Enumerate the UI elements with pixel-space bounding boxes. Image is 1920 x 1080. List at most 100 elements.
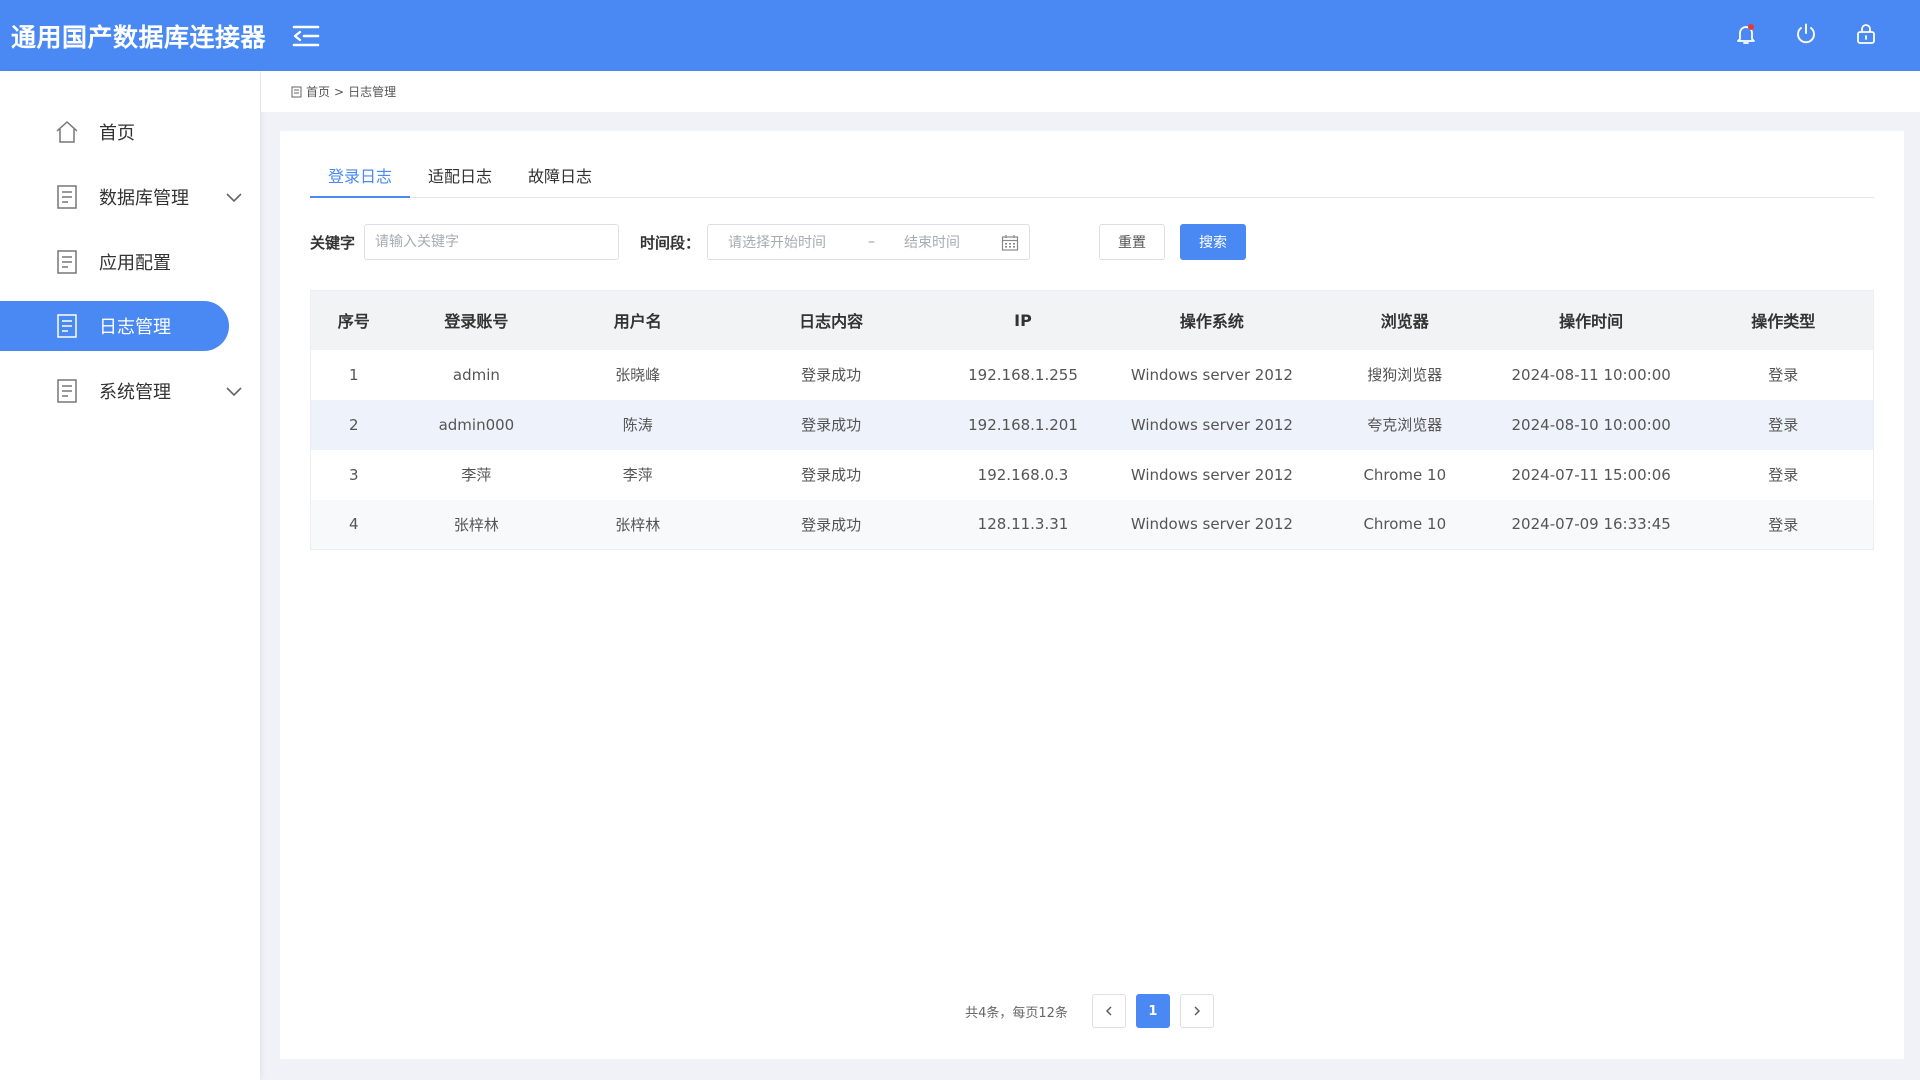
sidebar: 首页 数据库管理 应用配置 日志管理 系统管理 [0, 71, 260, 1080]
breadcrumb-current: 日志管理 [348, 85, 397, 99]
next-page-button[interactable] [1179, 994, 1214, 1028]
table-cell: 2024-07-11 15:00:06 [1511, 465, 1671, 484]
breadcrumb-home[interactable]: 首页 [306, 83, 330, 100]
table-cell: Chrome 10 [1363, 465, 1447, 484]
pagination: 共4条，每页12条 1 [280, 994, 1904, 1028]
sidebar-item-label: 数据库管理 [99, 188, 189, 209]
page-number-button[interactable]: 1 [1135, 994, 1170, 1028]
chevron-left-icon [1105, 1006, 1112, 1016]
table-cell: 登录 [1768, 366, 1799, 384]
chevron-down-icon[interactable] [224, 381, 244, 401]
login-log-table: 序号 登录账号 用户名 日志内容 IP 操作系统 浏览器 操作时间 操作类型 1… [310, 290, 1874, 550]
tab-adapter-log[interactable]: 适配日志 [410, 161, 510, 198]
power-icon[interactable] [1790, 18, 1822, 50]
table-row[interactable]: 4 张梓林 张梓林 登录成功 128.11.3.31 Windows serve… [310, 499, 1874, 550]
table-cell: 李萍 [622, 466, 653, 484]
table-cell: 2024-07-09 16:33:45 [1511, 515, 1671, 534]
home-icon [52, 117, 82, 147]
table-cell: 2024-08-10 10:00:00 [1488, 399, 1694, 450]
filter-bar: 关键字 时间段： 请选择开始时间 – 结束时间 重置 搜索 [310, 224, 1874, 260]
sidebar-item-app-config[interactable]: 应用配置 [0, 237, 229, 287]
table-cell: Windows server 2012 [1130, 515, 1293, 534]
tab-fault-log[interactable]: 故障日志 [510, 161, 610, 198]
table-cell: admin000 [396, 399, 557, 450]
table-cell: Chrome 10 [1363, 515, 1447, 534]
content-card: 登录日志 适配日志 故障日志 关键字 时间段： 请选择开始时间 – 结束时间 重… [280, 131, 1904, 1059]
table-cell: 192.168.0.3 [977, 465, 1069, 484]
table-cell: admin [452, 365, 500, 384]
table-cell: 登录 [1693, 399, 1874, 450]
keyword-label: 关键字 [310, 234, 356, 252]
keyword-input[interactable] [364, 224, 619, 260]
table-cell: 192.168.1.255 [968, 365, 1078, 384]
sidebar-item-database[interactable]: 数据库管理 [0, 172, 242, 222]
table-cell: 搜狗浏览器 [1367, 366, 1443, 384]
table-cell: 3 [348, 465, 359, 484]
chevron-right-icon [1194, 1006, 1200, 1016]
table-cell: 2 [310, 399, 397, 450]
calendar-icon[interactable] [1001, 234, 1019, 252]
sidebar-item-system[interactable]: 系统管理 [0, 366, 242, 416]
column-header: 操作时间 [1488, 290, 1694, 350]
table-cell: 张梓林 [615, 515, 661, 534]
pagination-summary: 共4条，每页12条 [965, 1005, 1068, 1021]
column-header: 用户名 [556, 290, 720, 350]
sidebar-item-log-management[interactable]: 日志管理 [0, 301, 229, 351]
date-range-separator: – [868, 234, 875, 250]
breadcrumb: 首页 > 日志管理 [261, 71, 1920, 112]
table-cell: Windows server 2012 [1130, 465, 1293, 484]
table-header-row: 序号 登录账号 用户名 日志内容 IP 操作系统 浏览器 操作时间 操作类型 [310, 290, 1874, 350]
menu-fold-icon[interactable] [286, 16, 326, 56]
table-row[interactable]: 3 李萍 李萍 登录成功 192.168.0.3 Windows server … [311, 450, 1874, 500]
table-cell: 192.168.1.201 [943, 399, 1103, 450]
search-button[interactable]: 搜索 [1180, 224, 1246, 260]
sidebar-item-label: 日志管理 [99, 317, 171, 338]
document-icon [52, 376, 82, 406]
table-cell: 登录成功 [801, 515, 862, 534]
table-cell: Windows server 2012 [1102, 399, 1321, 450]
table-cell: 李萍 [461, 466, 492, 484]
table-cell: 128.11.3.31 [977, 515, 1069, 534]
table-cell: 登录 [1768, 466, 1799, 484]
document-icon [52, 182, 82, 212]
breadcrumb-separator: > [334, 84, 345, 99]
column-header: 序号 [310, 290, 397, 350]
table-cell: 登录成功 [801, 366, 862, 384]
column-header: 操作类型 [1693, 290, 1874, 350]
sidebar-item-label: 系统管理 [99, 382, 171, 403]
end-time-placeholder[interactable]: 结束时间 [904, 232, 1004, 252]
log-tabs: 登录日志 适配日志 故障日志 [310, 161, 1874, 198]
column-header: 浏览器 [1320, 290, 1489, 350]
app-title: 通用国产数据库连接器 [11, 22, 267, 52]
date-range-picker[interactable]: 请选择开始时间 – 结束时间 [707, 224, 1030, 260]
table-cell: 夸克浏览器 [1320, 399, 1489, 450]
table-cell: 2024-08-11 10:00:00 [1511, 365, 1671, 384]
column-header: IP [943, 290, 1103, 350]
top-header: 通用国产数据库连接器 [0, 0, 1920, 71]
table-cell: Windows server 2012 [1130, 365, 1293, 384]
table-cell: 1 [348, 365, 359, 384]
bell-icon[interactable] [1730, 18, 1762, 50]
document-icon [291, 86, 303, 98]
column-header: 操作系统 [1102, 290, 1321, 350]
table-cell: 登录 [1768, 515, 1799, 534]
table-cell: 张晓峰 [615, 366, 661, 384]
table-cell: 登录成功 [801, 466, 862, 484]
chevron-down-icon[interactable] [224, 187, 244, 207]
lock-icon[interactable] [1850, 18, 1882, 50]
table-row[interactable]: 2 admin000 陈涛 登录成功 192.168.1.201 Windows… [310, 399, 1874, 450]
table-cell: 登录成功 [719, 399, 944, 450]
tab-login-log[interactable]: 登录日志 [310, 161, 411, 198]
table-cell: 张梓林 [453, 515, 499, 534]
start-time-placeholder[interactable]: 请选择开始时间 [728, 232, 858, 252]
table-row[interactable]: 1 admin 张晓峰 登录成功 192.168.1.255 Windows s… [311, 350, 1874, 400]
document-icon [52, 247, 82, 277]
prev-page-button[interactable] [1091, 994, 1126, 1028]
column-header: 日志内容 [719, 290, 944, 350]
sidebar-item-label: 应用配置 [99, 253, 171, 274]
column-header: 登录账号 [396, 290, 557, 350]
reset-button[interactable]: 重置 [1099, 224, 1165, 260]
table-cell: 4 [348, 515, 359, 534]
sidebar-item-home[interactable]: 首页 [0, 107, 229, 157]
table-cell: 陈涛 [556, 399, 720, 450]
